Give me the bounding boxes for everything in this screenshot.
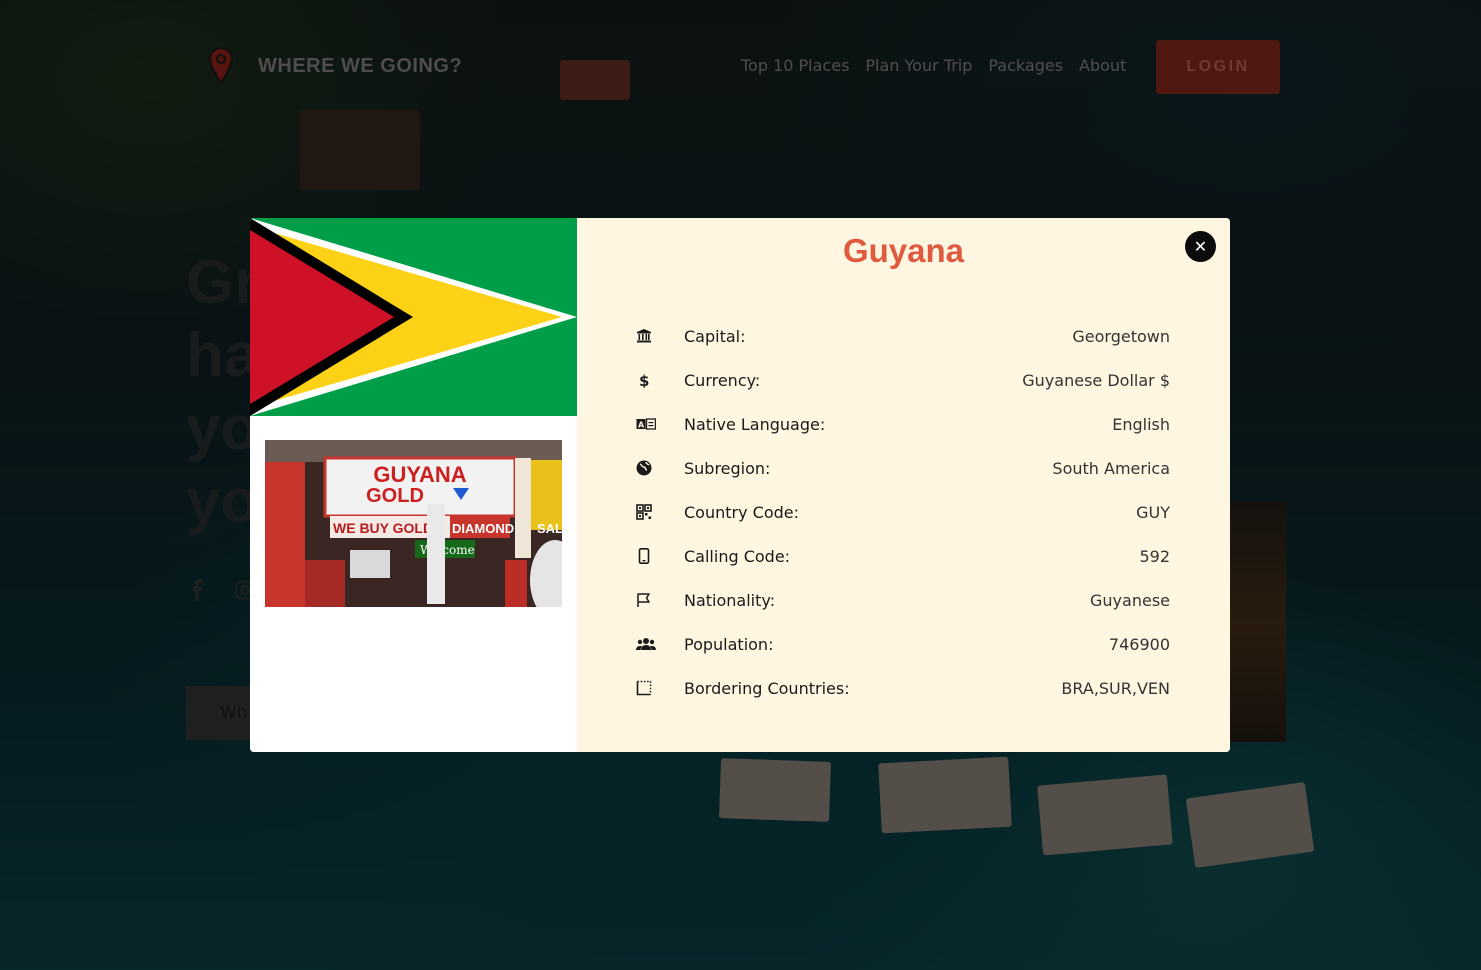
nav-packages[interactable]: Packages [988, 56, 1063, 75]
modal-info-panel: Guyana ✕ Capital: Georgetown $ Currency:… [577, 218, 1230, 752]
flag-icon [636, 590, 684, 610]
country-code-label: Country Code: [684, 502, 799, 522]
nav-top-10-places[interactable]: Top 10 Places [741, 56, 849, 75]
info-row-currency: $ Currency: Guyanese Dollar $ [636, 358, 1170, 402]
info-row-population: Population: 746900 [636, 622, 1170, 666]
capital-label: Capital: [684, 326, 746, 346]
info-row-calling-code: Calling Code: 592 [636, 534, 1170, 578]
info-row-bordering-countries: Bordering Countries: BRA,SUR,VEN [636, 666, 1170, 710]
photo-sign-we-buy-gold: WE BUY GOLD [333, 520, 433, 536]
country-code-value: GUY [1136, 502, 1170, 522]
photo-sign-guyana: GUYANA [373, 462, 466, 487]
info-row-native-language: A Native Language: English [636, 402, 1170, 446]
brand[interactable]: WHERE WE GOING? [206, 46, 462, 86]
dollar-icon: $ [636, 370, 684, 390]
brand-name: WHERE WE GOING? [258, 54, 463, 77]
close-button[interactable]: ✕ [1185, 231, 1216, 262]
native-language-label: Native Language: [684, 414, 826, 434]
close-icon: ✕ [1193, 237, 1208, 256]
info-row-nationality: Nationality: Guyanese [636, 578, 1170, 622]
calling-code-value: 592 [1139, 546, 1170, 566]
globe-icon [636, 458, 684, 478]
nationality-label: Nationality: [684, 590, 776, 610]
phone-icon [636, 546, 684, 566]
nav-about[interactable]: About [1079, 56, 1126, 75]
qr-code-icon [636, 502, 684, 522]
capital-value: Georgetown [1072, 326, 1170, 346]
currency-value: Guyanese Dollar $ [1022, 370, 1170, 390]
language-icon: A [636, 414, 684, 434]
currency-label: Currency: [684, 370, 761, 390]
border-icon [636, 678, 684, 698]
country-info-list: Capital: Georgetown $ Currency: Guyanese… [636, 314, 1170, 710]
population-label: Population: [684, 634, 774, 654]
users-icon [636, 634, 684, 654]
nav-plan-your-trip[interactable]: Plan Your Trip [865, 56, 972, 75]
svg-text:A: A [638, 421, 645, 430]
nationality-value: Guyanese [1090, 590, 1170, 610]
native-language-value: English [1112, 414, 1170, 434]
info-row-country-code: Country Code: GUY [636, 490, 1170, 534]
svg-text:$: $ [639, 372, 649, 388]
country-modal: GUYANA GOLD WE BUY GOLD DIAMOND SAL Welc… [250, 218, 1230, 752]
bordering-countries-value: BRA,SUR,VEN [1061, 678, 1170, 698]
bank-icon [636, 326, 684, 346]
photo-sign-diamond: DIAMOND [452, 521, 514, 536]
country-photo: GUYANA GOLD WE BUY GOLD DIAMOND SAL Welc… [265, 440, 562, 607]
photo-sign-sal: SAL [537, 521, 562, 536]
guyana-flag-image [250, 218, 577, 416]
country-name: Guyana [842, 232, 965, 269]
info-row-subregion: Subregion: South America [636, 446, 1170, 490]
subregion-label: Subregion: [684, 458, 771, 478]
modal-media-panel: GUYANA GOLD WE BUY GOLD DIAMOND SAL Welc… [250, 218, 577, 752]
main-nav: Top 10 Places Plan Your Trip Packages Ab… [741, 56, 1126, 75]
population-value: 746900 [1108, 634, 1170, 654]
info-row-capital: Capital: Georgetown [636, 314, 1170, 358]
login-button[interactable]: LOGIN [1156, 40, 1280, 94]
photo-sign-gold: GOLD [366, 485, 424, 507]
calling-code-label: Calling Code: [684, 546, 791, 566]
bordering-countries-label: Bordering Countries: [684, 678, 850, 698]
storefront-photo-image: GUYANA GOLD WE BUY GOLD DIAMOND SAL Welc… [265, 440, 562, 607]
map-pin-icon [208, 46, 234, 86]
subregion-value: South America [1052, 458, 1170, 478]
